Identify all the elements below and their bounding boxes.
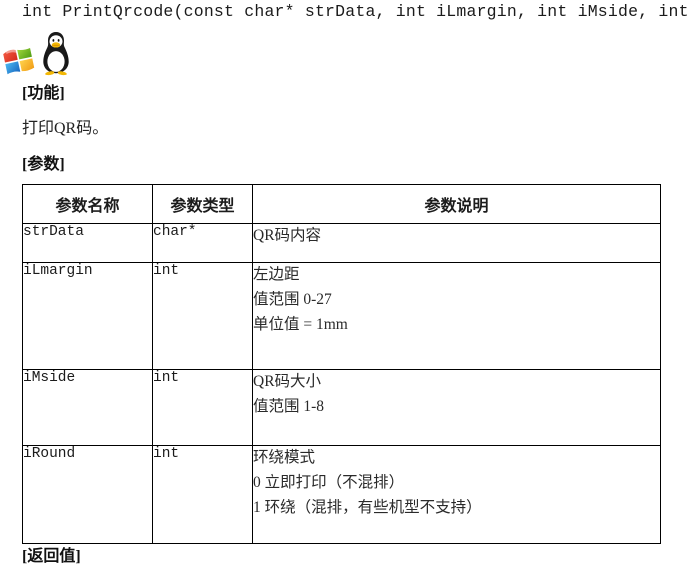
param-type-cell: int (152, 369, 253, 446)
column-header-param-name: 参数名称 (22, 184, 153, 224)
table-row: iRound int 环绕模式 0 立即打印（不混排） 1 环绕（混排，有些机型… (22, 445, 661, 544)
windows-logo-icon (2, 46, 36, 76)
column-header-param-desc-label: 参数说明 (424, 198, 489, 215)
table-row: iLmargin int 左边距 值范围 0-27 单位值 = 1mm (22, 262, 661, 370)
table-header-row: 参数名称 参数类型 参数说明 (22, 184, 661, 224)
function-signature: int PrintQrcode(const char* strData, int… (22, 2, 695, 21)
param-desc-line: QR码大小 (253, 373, 322, 390)
section-heading-function: [功能] (22, 85, 65, 102)
column-header-param-name-label: 参数名称 (55, 198, 120, 215)
param-type-cell: int (152, 445, 253, 544)
section-heading-parameters: [参数] (22, 156, 65, 173)
param-desc-line: 1 环绕（混排，有些机型不支持） (253, 498, 482, 516)
param-desc-cell: QR码内容 (252, 223, 661, 263)
column-header-param-desc: 参数说明 (252, 184, 661, 224)
param-name-cell: strData (22, 223, 153, 263)
param-desc-line: 单位值 = 1mm (253, 315, 348, 333)
column-header-param-type-label: 参数类型 (170, 198, 235, 215)
param-type-cell: char* (152, 223, 253, 263)
section-heading-return-value: [返回值] (22, 548, 81, 565)
param-desc-cell: QR码大小 值范围 1-8 (252, 369, 661, 446)
param-desc-cell: 左边距 值范围 0-27 单位值 = 1mm (252, 262, 661, 370)
parameters-table: 参数名称 参数类型 参数说明 strData char* QR码内容 iLmar… (22, 184, 661, 544)
param-desc-line: 值范围 1-8 (253, 397, 325, 415)
document-page: int PrintQrcode(const char* strData, int… (0, 0, 695, 565)
linux-tux-icon (40, 30, 72, 76)
os-support-icons (2, 30, 72, 76)
function-description-text: 打印QR码。 (22, 120, 109, 137)
table-row: strData char* QR码内容 (22, 223, 661, 263)
param-desc-line: 左边距 (253, 266, 300, 283)
column-header-param-type: 参数类型 (152, 184, 253, 224)
param-name-cell: iLmargin (22, 262, 153, 370)
param-name-cell: iMside (22, 369, 153, 446)
param-desc-cell: 环绕模式 0 立即打印（不混排） 1 环绕（混排，有些机型不支持） (252, 445, 661, 544)
param-desc-line: 0 立即打印（不混排） (253, 473, 405, 491)
param-name-cell: iRound (22, 445, 153, 544)
param-desc-line: 环绕模式 (253, 449, 316, 466)
param-type-cell: int (152, 262, 253, 370)
table-row: iMside int QR码大小 值范围 1-8 (22, 369, 661, 446)
param-desc-line: QR码内容 (253, 227, 322, 244)
param-desc-line: 值范围 0-27 (253, 290, 332, 308)
